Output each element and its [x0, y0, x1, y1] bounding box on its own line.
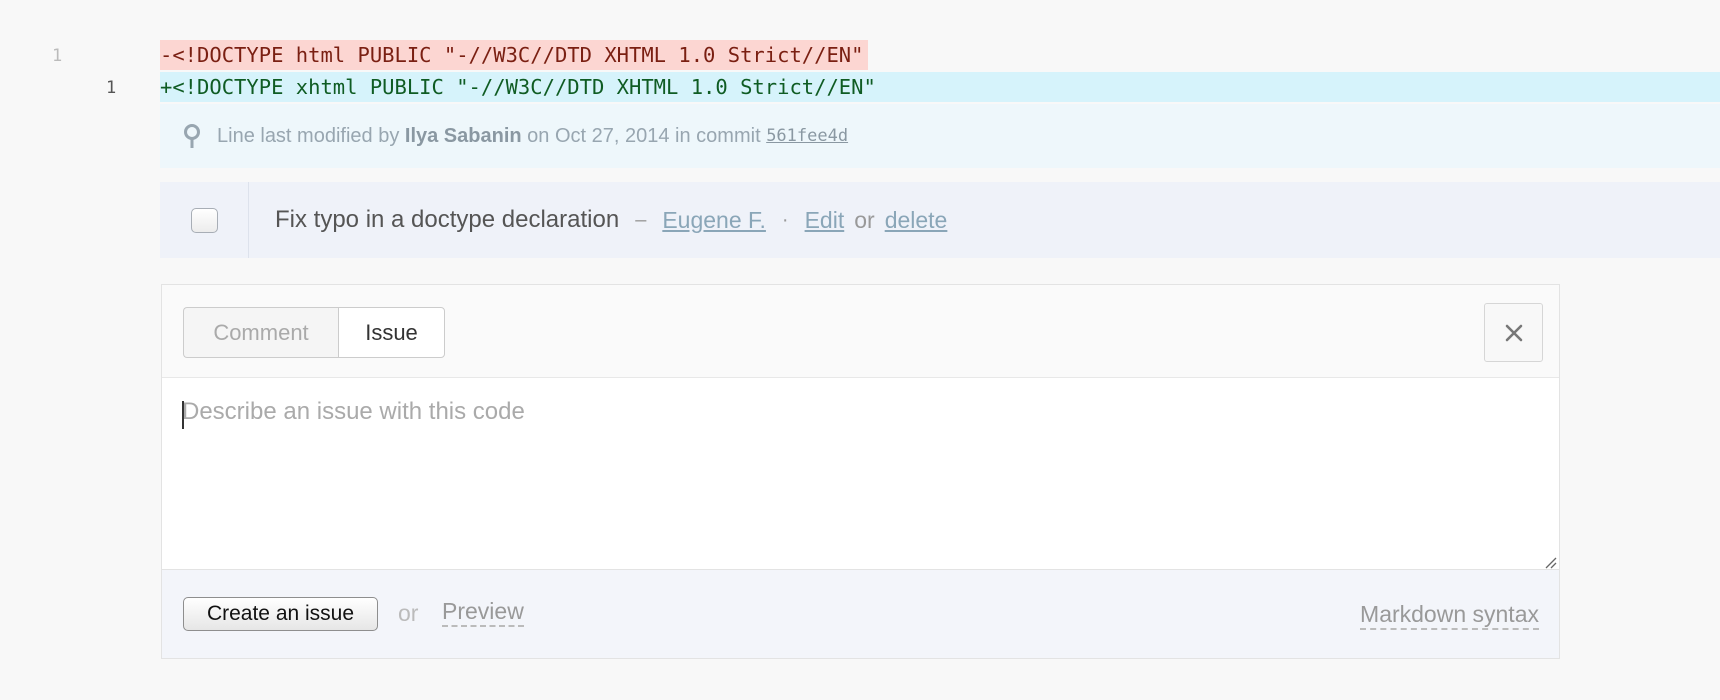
issue-dot-separator: · — [781, 208, 789, 231]
footer-or-text: or — [398, 600, 419, 626]
close-icon — [1505, 324, 1522, 341]
issue-edit-link[interactable]: Edit — [805, 207, 845, 234]
tab-issue[interactable]: Issue — [338, 307, 445, 358]
issue-or-text: or — [854, 206, 875, 233]
form-tab-group: Comment Issue — [183, 307, 445, 358]
resize-grip-icon[interactable] — [1543, 555, 1557, 569]
issue-description-input[interactable] — [162, 378, 1559, 569]
blame-author[interactable]: Ilya Sabanin — [405, 125, 522, 148]
map-pin-icon — [184, 124, 200, 148]
issue-row: Fix typo in a doctype declaration – Euge… — [160, 182, 1720, 258]
commit-link[interactable]: 561fee4d — [766, 126, 848, 146]
blame-prefix: Line last modified by — [217, 124, 400, 147]
issue-title: Fix typo in a doctype declaration — [275, 206, 620, 233]
markdown-syntax-link[interactable]: Markdown syntax — [1360, 601, 1539, 630]
issue-form-header: Comment Issue — [162, 285, 1559, 378]
added-code-line: +<!DOCTYPE xhtml PUBLIC "-//W3C//DTD XHT… — [160, 72, 1720, 102]
removed-code-line: -<!DOCTYPE html PUBLIC "-//W3C//DTD XHTM… — [160, 40, 868, 70]
text-caret — [182, 401, 184, 429]
blame-date-text: on Oct 27, 2014 in commit — [527, 124, 761, 147]
new-line-number: 1 — [106, 78, 117, 98]
create-issue-button[interactable]: Create an issue — [183, 597, 378, 631]
issue-delete-link[interactable]: delete — [885, 207, 948, 234]
old-line-number: 1 — [52, 46, 63, 66]
close-form-button[interactable] — [1484, 303, 1543, 362]
preview-link[interactable]: Preview — [442, 598, 524, 627]
issue-checkbox-cell — [160, 182, 249, 258]
issue-form-panel: Comment Issue Create an issue or Preview… — [161, 284, 1560, 659]
description-area — [162, 378, 1559, 569]
issue-author-link[interactable]: Eugene F. — [662, 207, 766, 234]
tab-comment[interactable]: Comment — [183, 307, 338, 358]
issue-resolve-checkbox[interactable] — [190, 207, 218, 233]
issue-form-footer: Create an issue or Preview Markdown synt… — [162, 569, 1559, 658]
issue-dash: – — [635, 208, 647, 231]
blame-info: Line last modified by Ilya Sabanin on Oc… — [160, 104, 1720, 168]
